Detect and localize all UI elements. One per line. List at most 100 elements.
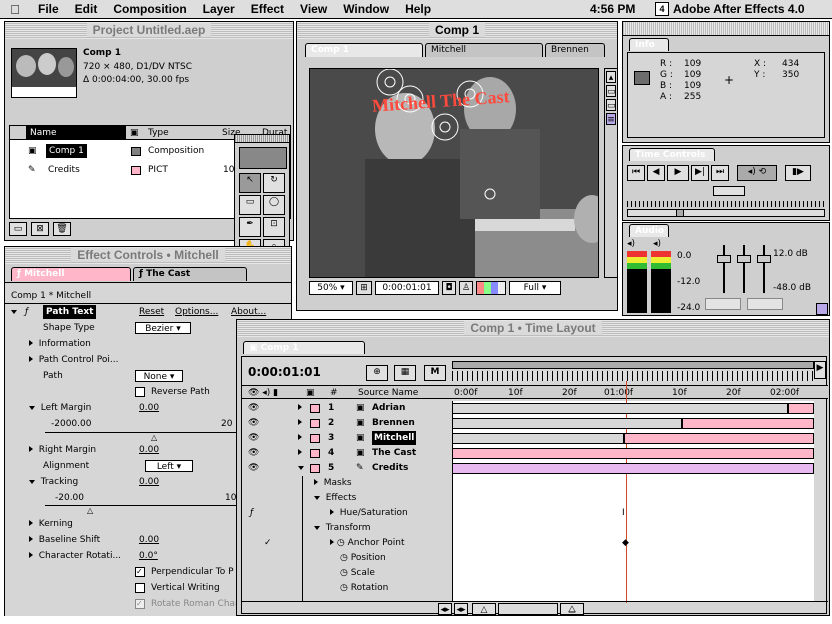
palette-resize-icon[interactable] — [816, 303, 828, 315]
comp-scroll-up-icon[interactable]: ▴ — [606, 71, 616, 83]
keyframe-check-icon[interactable]: ✓ — [264, 536, 272, 550]
baseline-shift-value[interactable]: 0.00 — [139, 533, 159, 547]
timeline-scroll-right-icon[interactable]: ▶ — [814, 361, 826, 379]
tab-time-controls[interactable]: Time Controls — [629, 148, 715, 161]
time-scrubber[interactable] — [627, 209, 825, 217]
tab-effect-mitchell[interactable]: ƒ Mitchell — [11, 267, 131, 281]
tab-info[interactable]: Info — [629, 38, 669, 51]
reverse-path-checkbox[interactable] — [135, 387, 145, 397]
prop-transform[interactable]: Transform — [314, 521, 371, 535]
audio-fader-left[interactable] — [717, 255, 731, 263]
prop-anchor-point[interactable]: ◷ Anchor Point — [330, 536, 405, 550]
rect-mask-tool-icon[interactable]: ▭ — [239, 195, 261, 215]
layer-name-the-cast[interactable]: The Cast — [372, 446, 416, 460]
menu-layer[interactable]: Layer — [195, 2, 243, 16]
tracking-value[interactable]: 0.00 — [139, 475, 159, 489]
rotate-roman-checkbox[interactable]: ✓ — [135, 599, 145, 609]
pen-tool-icon[interactable]: ✒ — [239, 217, 261, 237]
left-margin-value[interactable]: 0.00 — [139, 401, 159, 415]
prop-position[interactable]: ◷ Position — [340, 551, 386, 565]
comp-toggle-icon[interactable]: ▭ — [606, 99, 616, 111]
composition-viewer[interactable]: Mitchell The Cast — [309, 68, 599, 278]
layer-expand-icon[interactable] — [298, 446, 302, 460]
zoom-in-icon[interactable]: ⧋ — [560, 603, 584, 615]
prop-tracking[interactable]: Tracking — [29, 475, 78, 489]
eye-icon[interactable]: 👁 — [248, 401, 259, 415]
apple-menu-icon[interactable]:  — [0, 2, 30, 17]
first-frame-icon[interactable]: ⏮ — [627, 165, 645, 181]
prop-kerning[interactable]: Kerning — [29, 517, 73, 531]
effect-toggle-icon[interactable]: ƒ — [25, 305, 28, 319]
effect-about-link[interactable]: About... — [231, 305, 266, 319]
expand-columns-icon[interactable]: ◂▸ — [454, 603, 468, 615]
next-frame-icon[interactable]: ▶| — [691, 165, 709, 181]
perpendicular-checkbox[interactable]: ✓ — [135, 567, 145, 577]
rotation-tool-icon[interactable]: ↻ — [263, 173, 285, 193]
current-time-field[interactable]: 0:00:01:01 — [375, 281, 439, 295]
effect-options-link[interactable]: Options... — [175, 305, 218, 319]
prop-baseline-shift[interactable]: Baseline Shift — [29, 533, 100, 547]
audio-loop-icon[interactable]: ◂) ⟲ — [737, 165, 777, 181]
film-strip-icon[interactable]: ▦ — [394, 365, 416, 381]
tab-effect-the-cast[interactable]: ƒ The Cast — [133, 267, 247, 281]
show-snapshot-icon[interactable]: ♙ — [459, 281, 473, 295]
layer-name-adrian[interactable]: Adrian — [372, 401, 405, 415]
comp-toggle-icon[interactable]: ▭ — [606, 85, 616, 97]
project-item-credits[interactable]: Credits — [48, 163, 80, 177]
slider-thumb-icon[interactable]: △ — [151, 433, 157, 442]
slider-thumb-icon[interactable]: △ — [87, 506, 93, 515]
tab-brennen[interactable]: Brennen — [545, 43, 605, 57]
prop-rotation[interactable]: ◷ Rotation — [340, 581, 388, 595]
layer-bar-credits[interactable] — [452, 463, 814, 474]
layer-expand-icon[interactable] — [298, 416, 302, 430]
tab-timeline-comp1[interactable]: ▣ Comp 1 — [243, 341, 365, 354]
layer-name-mitchell[interactable]: Mitchell — [372, 431, 417, 445]
tab-comp1[interactable]: Comp 1 — [305, 43, 423, 57]
keyframe-diamond-icon[interactable]: ◆ — [622, 536, 629, 550]
motion-blur-icon[interactable]: M — [424, 365, 446, 381]
layer-bar-brennen-active[interactable] — [682, 418, 814, 429]
layer-bar-brennen[interactable] — [452, 418, 682, 429]
comp-toggle-icon[interactable]: ≡ — [606, 113, 616, 125]
audio-left-field[interactable] — [705, 298, 741, 310]
eye-icon[interactable]: 👁 — [248, 461, 259, 475]
audio-fader-right[interactable] — [757, 255, 771, 263]
layer-bar-mitchell[interactable] — [452, 433, 624, 444]
new-comp-button[interactable]: ⊠ — [31, 222, 49, 236]
layer-expand-icon[interactable] — [298, 401, 302, 415]
menu-help[interactable]: Help — [397, 2, 439, 16]
prop-hue-saturation[interactable]: Hue/Saturation — [330, 506, 408, 520]
zoom-select[interactable]: 50% ▾ — [309, 281, 353, 295]
eye-icon[interactable]: 👁 — [248, 446, 259, 460]
new-folder-button[interactable]: ▭ — [9, 222, 27, 236]
effect-name[interactable]: Path Text — [43, 305, 97, 319]
right-margin-value[interactable]: 0.00 — [139, 443, 159, 457]
layer-bar-adrian-active[interactable] — [788, 403, 814, 414]
effect-switch-icon[interactable]: ƒ — [250, 506, 253, 520]
menu-composition[interactable]: Composition — [105, 2, 194, 16]
work-area-bar[interactable] — [452, 361, 814, 369]
expand-columns-icon[interactable]: ◂▸ — [438, 603, 452, 615]
audio-right-field[interactable] — [747, 298, 783, 310]
prop-right-margin[interactable]: Right Margin — [29, 443, 96, 457]
menu-file[interactable]: File — [30, 2, 67, 16]
layer-name-brennen[interactable]: Brennen — [372, 416, 415, 430]
layer-collapse-icon[interactable] — [298, 461, 304, 475]
resolution-select[interactable]: Full ▾ — [509, 281, 561, 295]
prop-left-margin[interactable]: Left Margin — [29, 401, 91, 415]
column-label-icon[interactable]: ▣ — [130, 126, 139, 140]
path-select[interactable]: None ▾ — [135, 370, 183, 382]
safe-zones-icon[interactable]: ⊞ — [356, 281, 372, 295]
column-type[interactable]: Type — [148, 126, 169, 140]
comp-marker-icon[interactable]: ⊕ — [366, 365, 388, 381]
application-menu[interactable]: 4 Adobe After Effects 4.0 — [655, 2, 805, 16]
prop-scale[interactable]: ◷ Scale — [340, 566, 375, 580]
project-item-comp1[interactable]: Comp 1 — [46, 144, 87, 158]
jog-shuttle[interactable] — [713, 186, 745, 196]
tab-mitchell[interactable]: Mitchell — [425, 43, 543, 57]
scrubber-thumb[interactable] — [676, 209, 684, 217]
snapshot-icon[interactable]: ◘ — [442, 281, 456, 295]
keyframe-marker-icon[interactable]: I — [622, 506, 625, 520]
last-frame-icon[interactable]: ⏭ — [711, 165, 729, 181]
oval-mask-tool-icon[interactable]: ◯ — [263, 195, 285, 215]
